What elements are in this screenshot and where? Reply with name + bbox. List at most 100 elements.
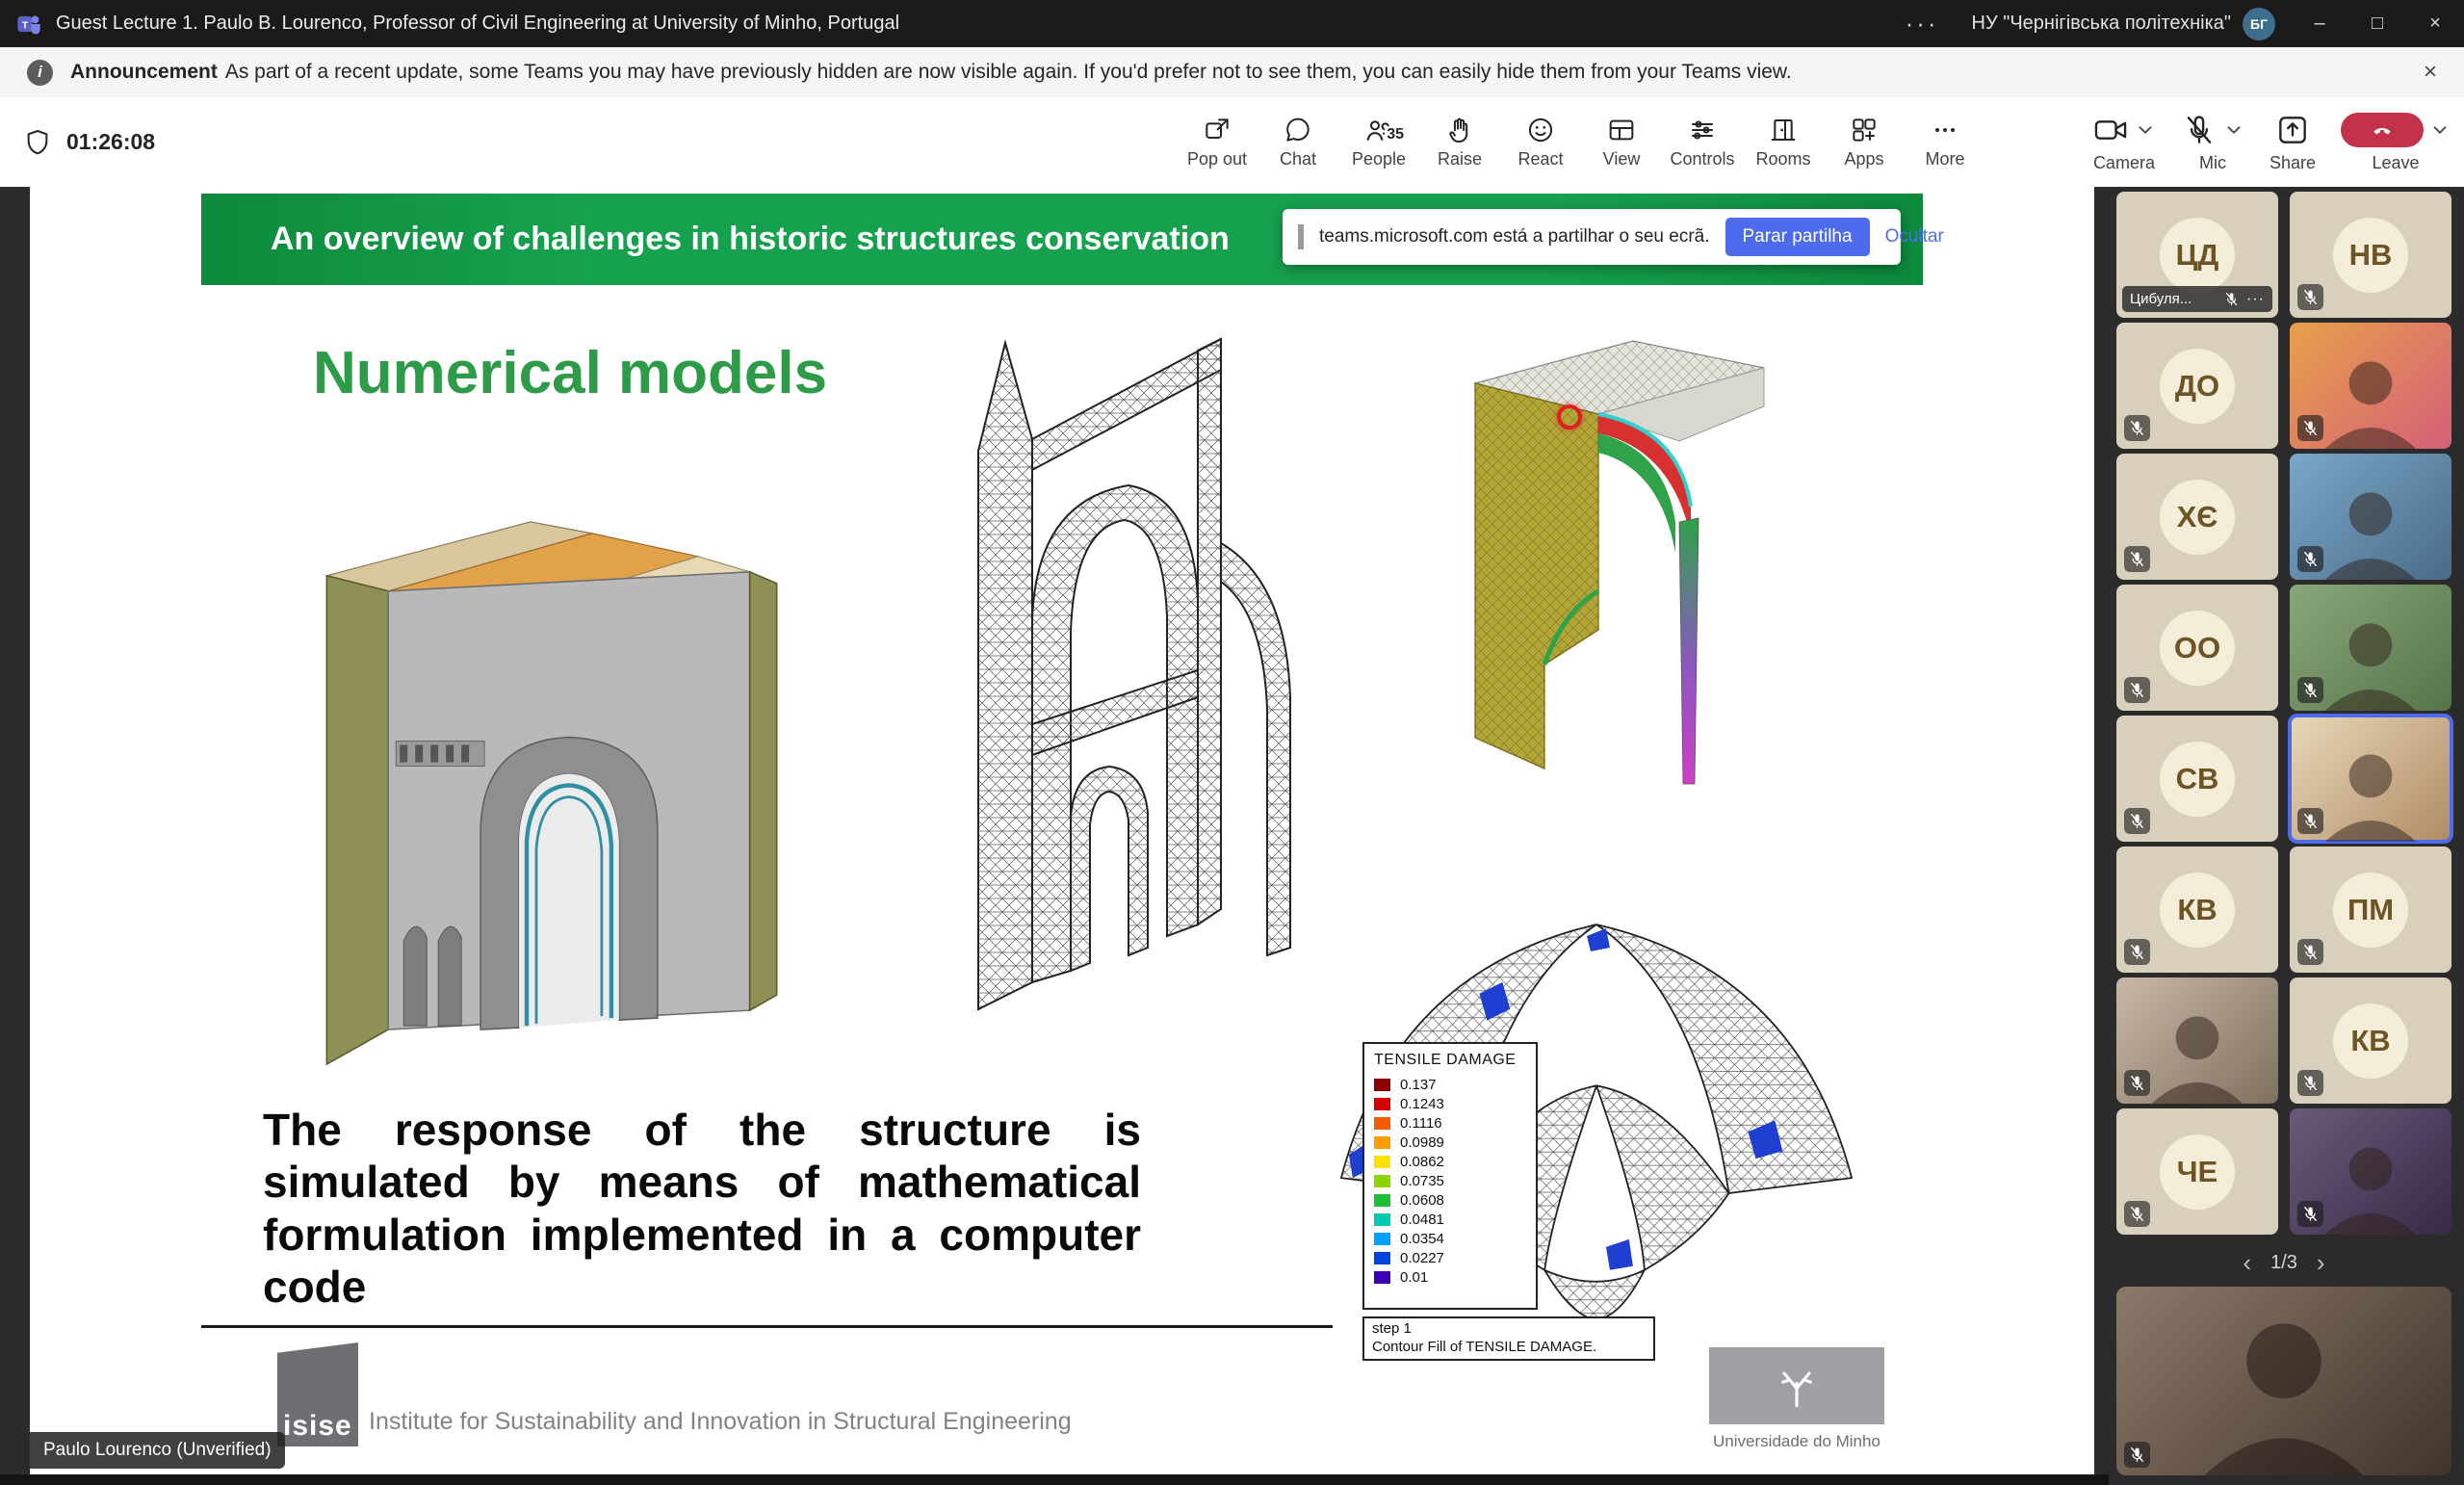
avatar: ХЄ <box>2160 480 2235 555</box>
legend-swatch <box>1374 1136 1390 1149</box>
avatar: НВ <box>2333 218 2408 293</box>
participant-tile[interactable]: ХЄ <box>2116 454 2278 580</box>
controls-button[interactable]: Controls <box>1662 115 1743 169</box>
contour-caption: step 1 Contour Fill of TENSILE DAMAGE. <box>1362 1316 1655 1361</box>
stop-sharing-button[interactable]: Parar partilha <box>1725 218 1870 256</box>
pager-next-icon[interactable]: › <box>2317 1250 2325 1275</box>
participant-tile[interactable] <box>2116 977 2278 1104</box>
shield-icon <box>22 127 53 158</box>
more-button[interactable]: More <box>1905 115 1985 169</box>
people-button[interactable]: 35 People <box>1338 115 1419 169</box>
rooms-button[interactable]: Rooms <box>1743 115 1824 169</box>
pop-out-button[interactable]: Pop out <box>1177 115 1258 169</box>
hide-banner-link[interactable]: Ocultar <box>1885 226 1944 248</box>
minimize-button[interactable]: – <box>2291 0 2348 47</box>
tenant-switcher[interactable]: НУ "Чернігівська політехніка" БГ <box>1957 8 2291 40</box>
legend-swatch <box>1374 1271 1390 1284</box>
laser-pointer-dot <box>1557 404 1582 430</box>
share-screen-icon <box>2274 112 2311 148</box>
participant-tile[interactable]: ПМ <box>2290 847 2451 973</box>
mic-off-icon <box>2124 546 2150 572</box>
titlebar-more-button[interactable]: ··· <box>1888 9 1957 39</box>
announcement-close-icon[interactable]: × <box>2424 59 2437 86</box>
mic-off-icon <box>2124 1070 2150 1096</box>
mic-off-icon <box>2297 677 2323 703</box>
mic-off-icon <box>2297 284 2323 310</box>
mic-off-icon <box>2124 939 2150 965</box>
teams-meeting-window: T Guest Lecture 1. Paulo B. Lourenco, Pr… <box>0 0 2464 1485</box>
legend-swatch <box>1374 1194 1390 1207</box>
tensile-damage-legend: TENSILE DAMAGE 0.137 0.1243 0.1116 0.098… <box>1362 1042 1538 1310</box>
camera-chevron-down-icon[interactable] <box>2135 119 2156 141</box>
announcement-title: Announcement <box>70 61 218 83</box>
participant-tile-active-speaker[interactable] <box>2290 716 2451 842</box>
participant-tile[interactable] <box>2290 1108 2451 1235</box>
react-button[interactable]: React <box>1500 115 1581 169</box>
model-image-damage-contour <box>1464 322 1772 803</box>
participant-tile[interactable]: ДО <box>2116 323 2278 449</box>
meeting-toolbar: 01:26:08 Pop out Chat 35 People Raise <box>0 97 2464 188</box>
share-notification-text: teams.microsoft.com está a partilhar o s… <box>1319 226 1710 248</box>
isise-logo: isise <box>277 1342 358 1446</box>
mic-off-icon <box>2297 415 2323 441</box>
model-image-mesh-frame <box>928 312 1325 1054</box>
taskbar-strip <box>0 1474 2109 1485</box>
participant-tile[interactable]: НВ <box>2290 192 2451 318</box>
raise-hand-button[interactable]: Raise <box>1419 115 1500 169</box>
mic-button[interactable]: Mic <box>2181 111 2244 173</box>
slide-header-text: An overview of challenges in historic st… <box>201 221 1230 258</box>
maximize-button[interactable]: □ <box>2348 0 2406 47</box>
mic-off-icon <box>2124 677 2150 703</box>
camera-button[interactable]: Camera <box>2092 111 2156 173</box>
close-button[interactable]: × <box>2406 0 2464 47</box>
mic-off-icon <box>2297 546 2323 572</box>
controls-icon <box>1687 115 1718 145</box>
legend-swatch <box>1374 1098 1390 1110</box>
uminho-logo <box>1709 1347 1884 1424</box>
legend-swatch <box>1374 1079 1390 1091</box>
isise-caption: Institute for Sustainability and Innovat… <box>369 1408 1072 1436</box>
tile-more-icon[interactable]: ··· <box>2246 291 2265 308</box>
uminho-logo-block: Universidade do Minho <box>1709 1347 1884 1451</box>
participant-tile[interactable] <box>2290 323 2451 449</box>
mic-off-icon <box>2224 292 2239 306</box>
legend-title: TENSILE DAMAGE <box>1374 1052 1526 1069</box>
drag-handle-icon[interactable] <box>1298 224 1304 249</box>
participant-tile[interactable] <box>2290 585 2451 711</box>
legend-swatch <box>1374 1117 1390 1130</box>
share-button[interactable]: Share <box>2269 111 2316 173</box>
timer-text: 01:26:08 <box>66 129 155 155</box>
participant-tile[interactable] <box>2290 454 2451 580</box>
window-titlebar: T Guest Lecture 1. Paulo B. Lourenco, Pr… <box>0 0 2464 47</box>
info-icon: i <box>27 60 53 86</box>
leave-button[interactable]: Leave <box>2341 111 2451 173</box>
chat-button[interactable]: Chat <box>1258 115 1338 169</box>
participant-tile[interactable]: ОО <box>2116 585 2278 711</box>
tenant-avatar: БГ <box>2243 8 2275 40</box>
pager-prev-icon[interactable]: ‹ <box>2243 1250 2251 1275</box>
self-video-tile[interactable] <box>2116 1287 2451 1475</box>
participant-tile[interactable]: КВ <box>2290 977 2451 1104</box>
apps-button[interactable]: Apps <box>1824 115 1905 169</box>
tenant-name: НУ "Чернігівська політехніка" <box>1972 13 2231 35</box>
toolbar-center-buttons: Pop out Chat 35 People Raise React Vi <box>1177 97 1985 187</box>
shared-screen[interactable]: An overview of challenges in historic st… <box>30 187 2094 1474</box>
avatar: ОО <box>2160 611 2235 686</box>
mic-off-icon <box>2297 1070 2323 1096</box>
raise-hand-icon <box>1444 115 1475 145</box>
camera-icon <box>2092 112 2129 148</box>
teams-logo-icon: T <box>15 11 42 38</box>
mic-off-icon <box>2297 1201 2323 1227</box>
view-button[interactable]: View <box>1581 115 1662 169</box>
window-title: Guest Lecture 1. Paulo B. Lourenco, Prof… <box>56 13 899 35</box>
mic-chevron-down-icon[interactable] <box>2223 119 2244 141</box>
participant-tile[interactable]: ЦД Цибуля... ··· <box>2116 192 2278 318</box>
participant-tile[interactable]: ЧЕ <box>2116 1108 2278 1235</box>
participant-tile[interactable]: КВ <box>2116 847 2278 973</box>
participant-tile[interactable]: СВ <box>2116 716 2278 842</box>
mic-off-icon <box>2297 939 2323 965</box>
mic-off-icon <box>2124 1201 2150 1227</box>
hang-up-pill[interactable] <box>2341 113 2424 147</box>
rooms-icon <box>1768 115 1799 145</box>
leave-chevron-down-icon[interactable] <box>2429 119 2451 141</box>
